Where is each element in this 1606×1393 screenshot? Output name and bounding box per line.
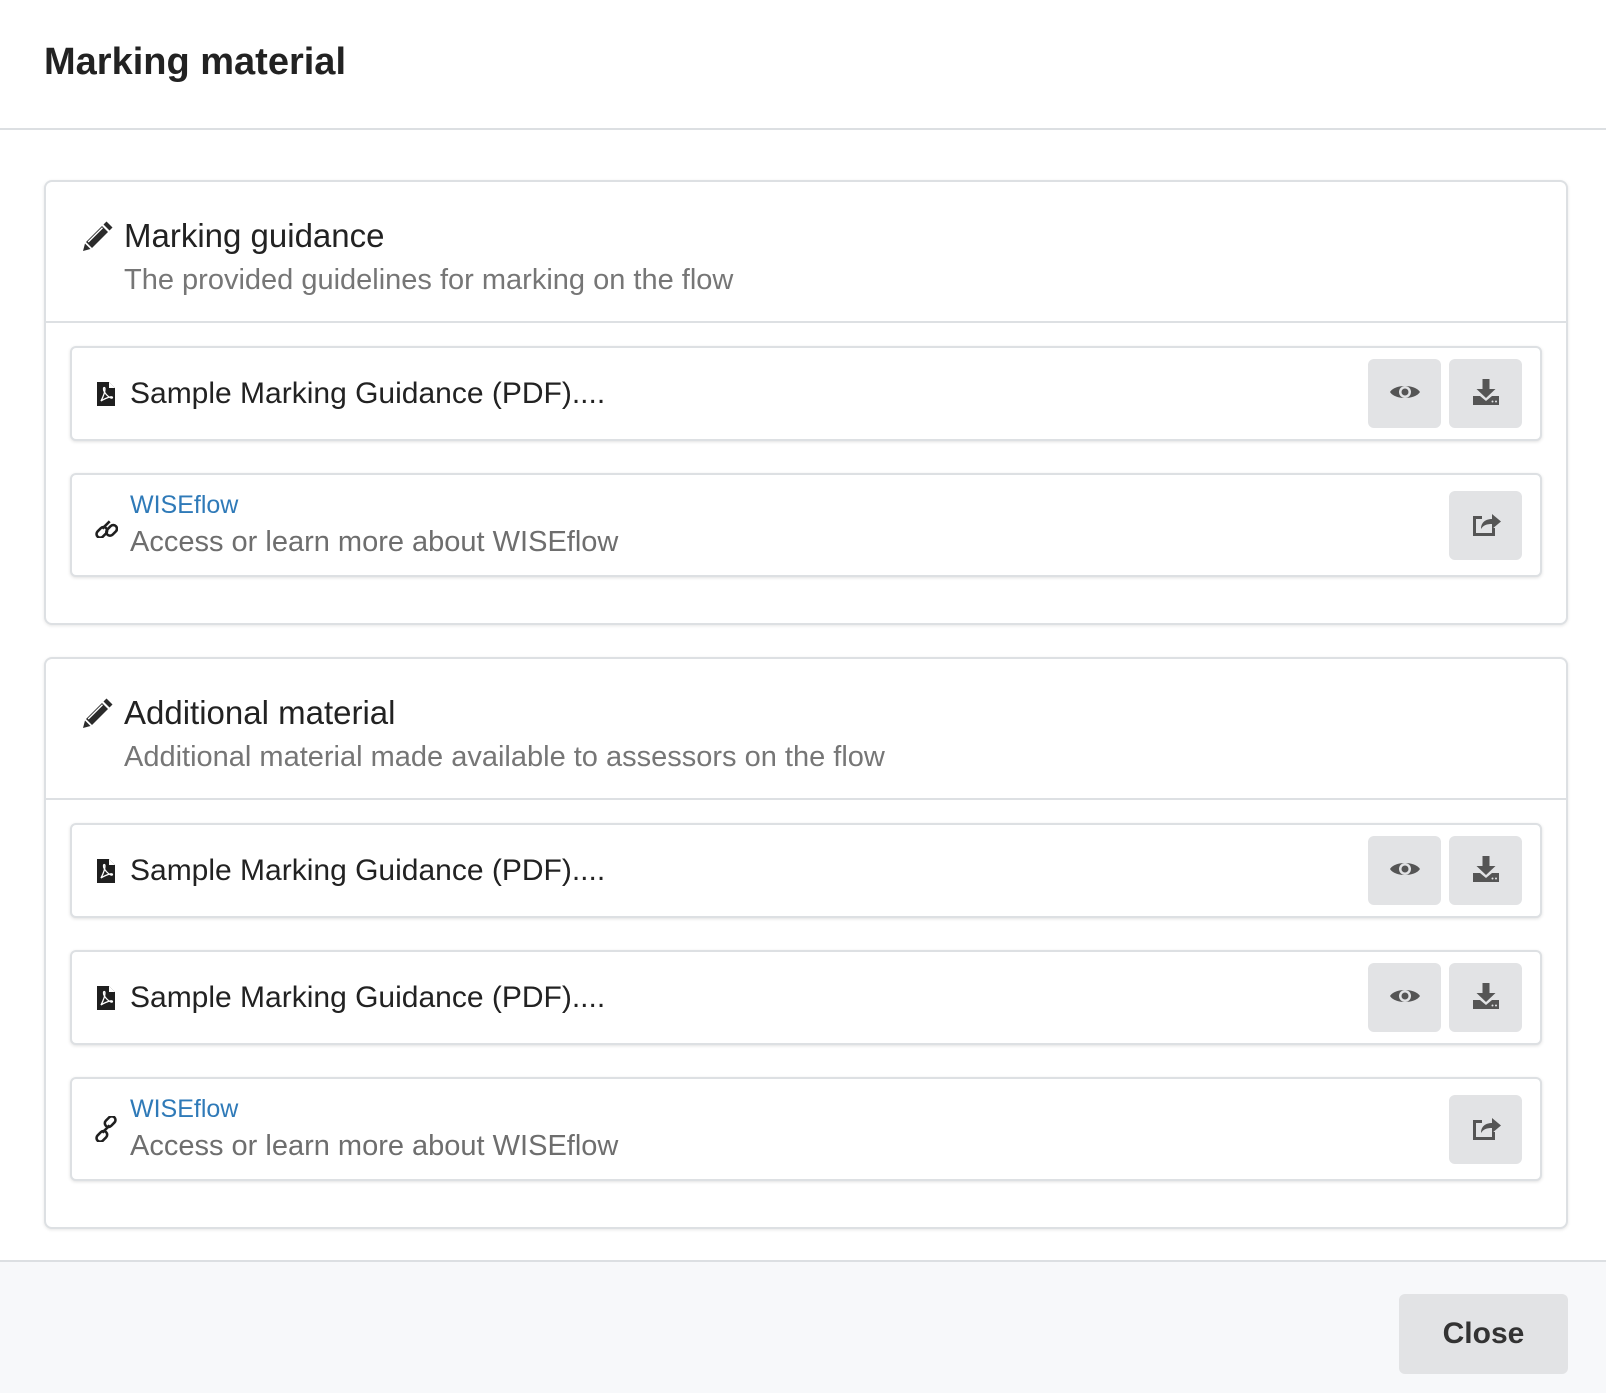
download-icon [1471, 855, 1501, 886]
link-description: Access or learn more about WISEflow [130, 1130, 619, 1162]
file-name: Sample Marking Guidance (PDF).... [130, 980, 606, 1014]
preview-button[interactable] [1368, 836, 1441, 905]
pdf-file-icon [94, 984, 118, 1012]
pencil-icon [80, 218, 116, 254]
link-icon [94, 511, 118, 539]
file-item: Sample Marking Guidance (PDF).... [70, 950, 1542, 1045]
preview-button[interactable] [1368, 359, 1441, 428]
close-button[interactable]: Close [1399, 1294, 1568, 1374]
open-link-button[interactable] [1449, 1094, 1522, 1164]
eye-icon [1388, 985, 1422, 1010]
open-link-button[interactable] [1449, 490, 1522, 560]
file-name: Sample Marking Guidance (PDF).... [130, 376, 606, 410]
link-title[interactable]: WISEflow [130, 1095, 238, 1123]
download-button[interactable] [1449, 963, 1522, 1032]
pdf-file-icon [94, 857, 118, 885]
link-description: Access or learn more about WISEflow [130, 526, 619, 558]
section-items: Sample Marking Guidance (PDF).... [46, 800, 1566, 1227]
section-marking-guidance: Marking guidance The provided guidelines… [44, 180, 1568, 625]
link-title[interactable]: WISEflow [130, 491, 238, 519]
external-link-icon [1470, 510, 1502, 541]
pdf-file-icon [94, 380, 118, 408]
file-item: Sample Marking Guidance (PDF).... [70, 823, 1542, 918]
section-title: Marking guidance [124, 217, 385, 254]
download-icon [1471, 378, 1501, 409]
dialog-footer: Close [0, 1260, 1606, 1393]
section-subtitle: Additional material made available to as… [124, 741, 885, 773]
preview-button[interactable] [1368, 963, 1441, 1032]
section-items: Sample Marking Guidance (PDF).... [46, 323, 1566, 623]
section-subtitle: The provided guidelines for marking on t… [124, 264, 734, 296]
download-icon [1471, 982, 1501, 1013]
download-button[interactable] [1449, 359, 1522, 428]
file-item: Sample Marking Guidance (PDF).... [70, 346, 1542, 441]
eye-icon [1388, 381, 1422, 406]
marking-material-dialog: Marking material Marking guidance The pr… [0, 0, 1606, 1393]
dialog-header: Marking material [0, 0, 1606, 130]
section-header: Additional material Additional material … [46, 659, 1566, 800]
link-item: WISEflow Access or learn more about WISE… [70, 1077, 1542, 1181]
download-button[interactable] [1449, 836, 1522, 905]
file-name: Sample Marking Guidance (PDF).... [130, 853, 606, 887]
dialog-title: Marking material [44, 40, 346, 83]
pencil-icon [80, 695, 116, 731]
link-icon [94, 1115, 118, 1143]
eye-icon [1388, 858, 1422, 883]
section-header: Marking guidance The provided guidelines… [46, 182, 1566, 323]
dialog-body: Marking guidance The provided guidelines… [0, 130, 1606, 1260]
section-additional-material: Additional material Additional material … [44, 657, 1568, 1229]
external-link-icon [1470, 1114, 1502, 1145]
section-title: Additional material [124, 694, 396, 731]
link-item: WISEflow Access or learn more about WISE… [70, 473, 1542, 577]
